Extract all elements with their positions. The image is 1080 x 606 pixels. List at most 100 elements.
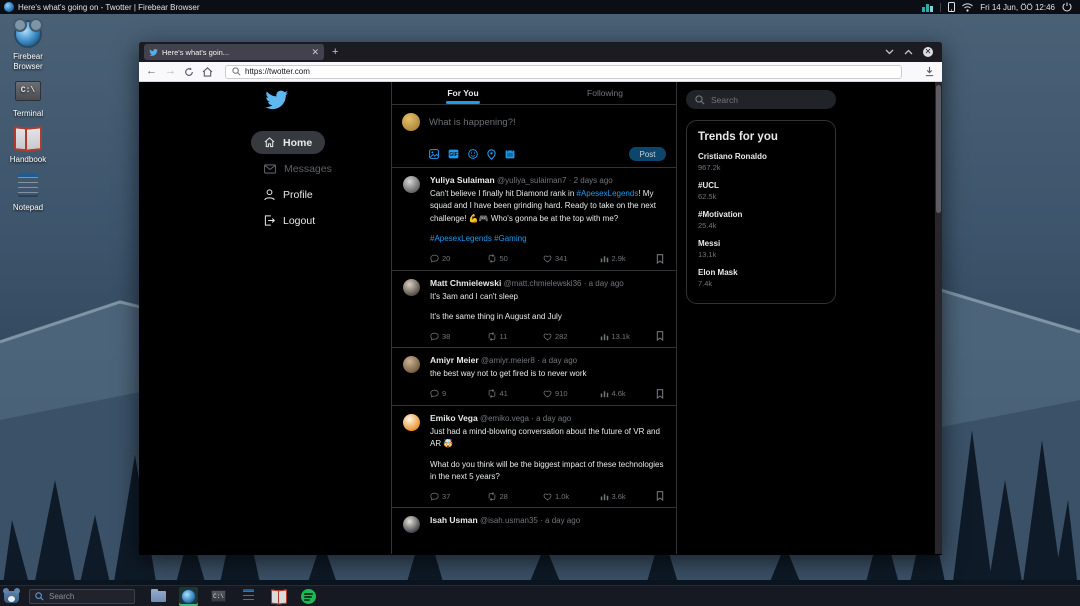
reply-button[interactable]: 20 [430, 254, 487, 263]
home-icon[interactable] [202, 67, 213, 77]
like-button[interactable]: 1.0k [543, 492, 600, 501]
trend-item[interactable]: Messi 13.1k [698, 239, 824, 259]
retweet-button[interactable]: 50 [487, 254, 544, 263]
wifi-icon[interactable] [962, 3, 973, 12]
tweet-avatar[interactable] [403, 414, 420, 431]
taskbar-terminal[interactable]: C:\ [209, 587, 228, 606]
reply-icon [430, 492, 439, 501]
taskbar-file-manager[interactable] [149, 587, 168, 606]
tweet-avatar[interactable] [403, 279, 420, 296]
folder-icon [151, 591, 166, 602]
gif-icon[interactable]: GIF [448, 149, 459, 159]
views-stat[interactable]: 3.6k [600, 492, 657, 501]
trend-item[interactable]: Cristiano Ronaldo 967.2k [698, 152, 824, 172]
new-tab-icon[interactable]: + [332, 47, 338, 58]
trends-title: Trends for you [698, 131, 824, 143]
desktop-icon-notepad[interactable]: Notepad [1, 170, 55, 213]
scrollbar-thumb[interactable] [936, 85, 941, 213]
tweet-header: Isah Usman @isah.usman35 · a day ago [430, 515, 666, 525]
browser-tab[interactable]: Here's what's goin... ✕ [144, 44, 324, 60]
sidebar-item-messages[interactable]: Messages [251, 157, 345, 180]
tweet-author-handle[interactable]: @matt.chmielewski36 [504, 279, 582, 288]
tweet-author-handle[interactable]: @isah.usman35 [480, 516, 538, 525]
compose-input[interactable]: What is happening?! [429, 113, 516, 131]
retweet-button[interactable]: 41 [487, 389, 544, 398]
bookmark-button[interactable] [656, 331, 664, 341]
url-text: https://twotter.com [245, 67, 310, 76]
desktop-icon-terminal[interactable]: C:\ Terminal [1, 76, 55, 119]
taskbar-music-app[interactable] [299, 587, 318, 606]
bookmark-button[interactable] [656, 389, 664, 399]
tweet-author-handle[interactable]: @emiko.vega [480, 414, 529, 423]
back-icon[interactable]: ← [146, 66, 157, 77]
taskbar-notepad[interactable] [239, 587, 258, 606]
taskbar-handbook[interactable] [269, 587, 288, 606]
desktop-icon-firebear[interactable]: Firebear Browser [1, 19, 55, 72]
tweet-author-name[interactable]: Matt Chmielewski [430, 278, 501, 288]
taskbar-search[interactable]: Search [29, 589, 135, 604]
tweet-author-name[interactable]: Emiko Vega [430, 413, 478, 423]
sidebar-item-profile[interactable]: Profile [251, 183, 326, 206]
post-button[interactable]: Post [629, 147, 666, 161]
tweet-avatar[interactable] [403, 356, 420, 373]
location-icon[interactable] [487, 149, 496, 160]
forward-icon[interactable]: → [165, 66, 176, 77]
tweet-author-name[interactable]: Amiyr Meier [430, 355, 479, 365]
start-menu-button[interactable] [3, 589, 20, 604]
like-button[interactable]: 341 [543, 254, 600, 263]
sidebar-item-home[interactable]: Home [251, 131, 325, 154]
tweet-header: Amiyr Meier @amiyr.meier8 · a day ago [430, 355, 666, 365]
reply-button[interactable]: 38 [430, 332, 487, 341]
emoji-icon[interactable] [468, 149, 478, 159]
tweet-author-name[interactable]: Isah Usman [430, 515, 478, 525]
trend-item[interactable]: #Motivation 25.4k [698, 210, 824, 230]
url-bar[interactable]: https://twotter.com [225, 65, 902, 79]
tab-following[interactable]: Following [534, 82, 676, 104]
chevron-up-icon[interactable] [904, 49, 913, 55]
workspace-indicator-icon[interactable] [922, 3, 933, 12]
tweet[interactable]: Isah Usman @isah.usman35 · a day ago [392, 508, 676, 537]
views-stat[interactable]: 2.9k [600, 254, 657, 263]
page-scrollbar[interactable] [935, 82, 942, 554]
tweet-author-handle[interactable]: @yuliya_sulaiman7 [497, 176, 567, 185]
nav-label: Profile [283, 189, 313, 201]
window-close-icon[interactable]: ✕ [923, 47, 933, 57]
tweet-author-handle[interactable]: @amiyr.meier8 [481, 356, 535, 365]
chevron-down-icon[interactable] [885, 49, 894, 55]
bookmark-button[interactable] [656, 254, 664, 264]
reply-button[interactable]: 9 [430, 389, 487, 398]
tweet-author-name[interactable]: Yuliya Sulaiman [430, 175, 495, 185]
retweet-button[interactable]: 28 [487, 492, 544, 501]
reply-button[interactable]: 37 [430, 492, 487, 501]
tweet-avatar[interactable] [403, 516, 420, 533]
clock[interactable]: Fri 14 Jun, ÖÖ 12:46 [980, 3, 1055, 12]
desktop-icon-handbook[interactable]: Handbook [1, 122, 55, 165]
tweet-avatar[interactable] [403, 176, 420, 193]
phone-icon[interactable] [948, 2, 955, 12]
tab-for-you[interactable]: For You [392, 82, 534, 104]
reload-icon[interactable] [184, 67, 194, 77]
taskbar-firebear-active[interactable] [179, 587, 198, 606]
trend-item[interactable]: Elon Mask 7.4k [698, 268, 824, 288]
power-icon[interactable] [1062, 2, 1072, 12]
tab-close-icon[interactable]: ✕ [311, 48, 319, 57]
bookmark-button[interactable] [656, 491, 664, 501]
search-icon [35, 592, 44, 601]
app-search-box[interactable]: Search [686, 90, 836, 109]
tweet[interactable]: Amiyr Meier @amiyr.meier8 · a day ago th… [392, 348, 676, 405]
trend-item[interactable]: #UCL 62.5k [698, 181, 824, 201]
sidebar-item-logout[interactable]: Logout [251, 209, 328, 232]
tweet[interactable]: Yuliya Sulaiman @yuliya_sulaiman7 · 2 da… [392, 168, 676, 271]
image-icon[interactable] [429, 149, 439, 159]
tweet[interactable]: Emiko Vega @emiko.vega · a day ago Just … [392, 406, 676, 509]
like-button[interactable]: 910 [543, 389, 600, 398]
tweet[interactable]: Matt Chmielewski @matt.chmielewski36 · a… [392, 271, 676, 349]
views-stat[interactable]: 4.6k [600, 389, 657, 398]
browser-tab-bar: Here's what's goin... ✕ + ✕ [139, 42, 942, 62]
logout-icon [264, 215, 275, 226]
retweet-button[interactable]: 11 [487, 332, 544, 341]
views-stat[interactable]: 13.1k [600, 332, 657, 341]
download-icon[interactable] [924, 66, 935, 77]
schedule-icon[interactable] [505, 149, 515, 159]
like-button[interactable]: 282 [543, 332, 600, 341]
